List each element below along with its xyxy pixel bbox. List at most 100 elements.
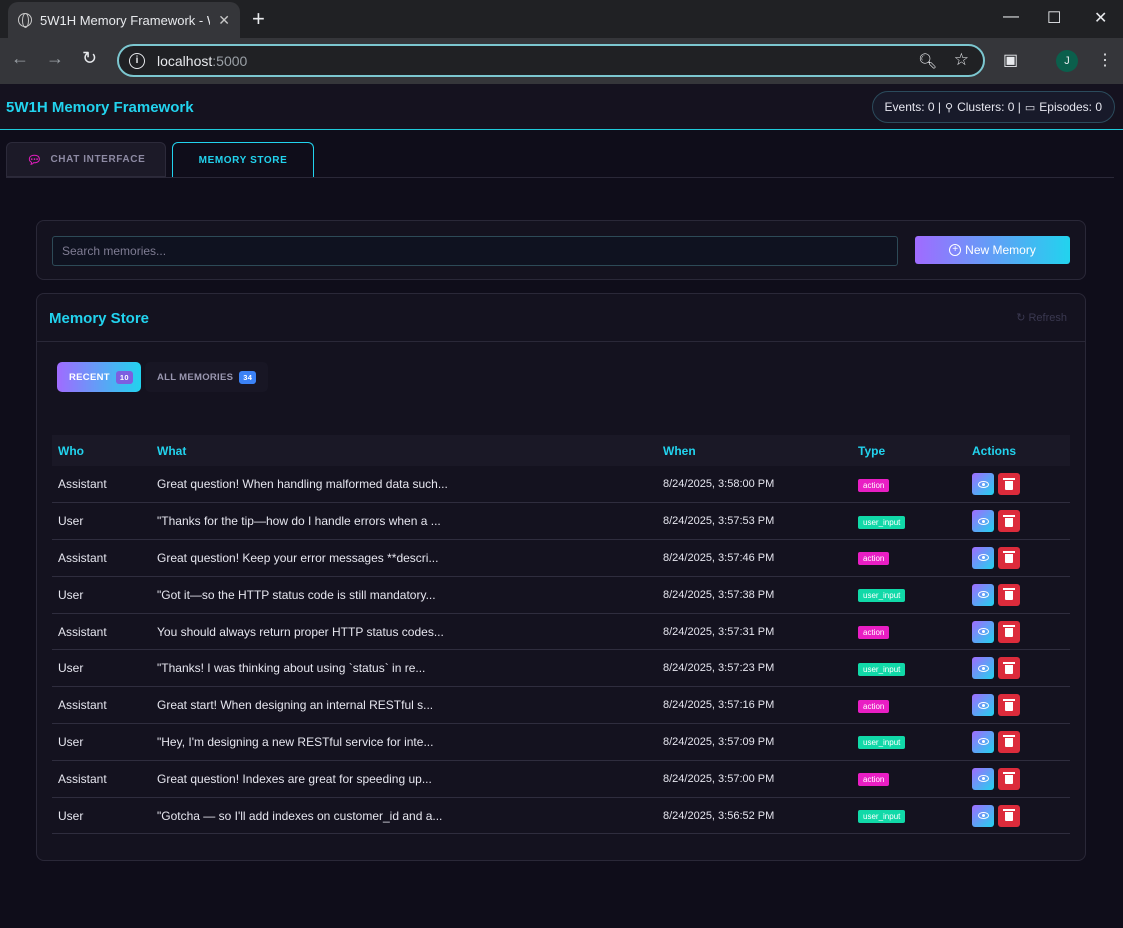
cell-type: user_input bbox=[852, 503, 966, 540]
delete-button[interactable] bbox=[998, 767, 1021, 790]
cell-when: 8/24/2025, 3:57:46 PM bbox=[663, 551, 775, 564]
column-header[interactable]: What bbox=[151, 435, 657, 466]
browser-tab-title: 5W1H Memory Framework - W bbox=[40, 12, 210, 28]
cell-actions bbox=[966, 613, 1070, 650]
delete-button[interactable] bbox=[998, 730, 1021, 753]
column-header[interactable]: Type bbox=[852, 435, 966, 466]
type-badge: action bbox=[858, 478, 890, 492]
type-badge: action bbox=[858, 699, 890, 713]
cell-when: 8/24/2025, 3:56:52 PM bbox=[663, 809, 775, 822]
cell-type: user_input bbox=[852, 650, 966, 687]
tab-chat-interface[interactable]: 💬︎ CHAT INTERFACE bbox=[6, 142, 166, 177]
cell-who: User bbox=[58, 514, 84, 529]
subtab-all-memories[interactable]: ALL MEMORIES 34 bbox=[145, 362, 269, 392]
trash-icon bbox=[1003, 809, 1016, 822]
table-header-row: Who What When Type Actions bbox=[52, 435, 1070, 466]
events-count: Events: 0 | bbox=[884, 100, 941, 114]
view-button[interactable] bbox=[972, 473, 994, 496]
subtab-recent[interactable]: RECENT 10 bbox=[57, 362, 141, 392]
view-button[interactable] bbox=[972, 546, 994, 569]
type-badge: action bbox=[858, 626, 890, 640]
forward-icon[interactable]: → bbox=[46, 48, 64, 69]
delete-button[interactable] bbox=[998, 657, 1021, 680]
cell-actions bbox=[966, 503, 1070, 540]
close-window-icon[interactable]: ✕ bbox=[1094, 8, 1107, 28]
view-button[interactable] bbox=[972, 694, 994, 717]
delete-button[interactable] bbox=[998, 510, 1021, 533]
column-header[interactable]: Who bbox=[52, 435, 151, 466]
cell-when: 8/24/2025, 3:57:16 PM bbox=[663, 699, 775, 712]
table-row[interactable]: Assistant Great question! Indexes are gre… bbox=[52, 760, 1070, 798]
type-badge: action bbox=[858, 552, 890, 566]
cast-icon[interactable]: ▣ bbox=[1003, 50, 1018, 70]
stats-pill: Events: 0 | ⚲ Clusters: 0 | ▭ Episodes: … bbox=[871, 91, 1115, 123]
view-button[interactable] bbox=[972, 510, 994, 533]
eye-icon bbox=[977, 664, 989, 672]
new-memory-button[interactable]: + New Memory bbox=[915, 236, 1070, 264]
column-header[interactable]: When bbox=[657, 435, 852, 466]
cell-who: User bbox=[58, 734, 84, 749]
globe-icon bbox=[18, 13, 32, 28]
table-row[interactable]: User "Hey, I'm designing a new RESTful se… bbox=[52, 724, 1070, 761]
table-row[interactable]: Assistant Great question! When handling m… bbox=[52, 466, 1070, 503]
delete-button[interactable] bbox=[998, 546, 1021, 569]
view-button[interactable] bbox=[972, 730, 994, 753]
view-button[interactable] bbox=[972, 620, 994, 643]
eye-icon bbox=[977, 480, 989, 488]
eye-icon bbox=[977, 812, 989, 820]
url-text[interactable]: localhost:5000 bbox=[157, 53, 247, 69]
table-row[interactable]: Assistant You should always return proper… bbox=[52, 613, 1070, 650]
address-bar[interactable]: i localhost:5000 🔍︎ ☆ bbox=[117, 44, 985, 77]
type-badge: user_input bbox=[858, 662, 906, 676]
delete-button[interactable] bbox=[998, 804, 1021, 827]
cell-actions bbox=[966, 650, 1070, 687]
tab-memory-store[interactable]: MEMORY STORE bbox=[172, 142, 314, 177]
cell-who: User bbox=[58, 661, 84, 676]
site-info-icon[interactable]: i bbox=[129, 52, 145, 69]
type-badge: user_input bbox=[858, 736, 906, 750]
browser-tab[interactable]: 5W1H Memory Framework - W ✕ bbox=[8, 2, 240, 38]
search-input[interactable] bbox=[52, 236, 898, 266]
reload-icon[interactable]: ↻ bbox=[82, 48, 97, 69]
zoom-icon[interactable]: 🔍︎ bbox=[918, 52, 937, 70]
maximize-icon[interactable]: ☐ bbox=[1047, 8, 1061, 28]
menu-dots-icon[interactable]: ⋮ bbox=[1097, 50, 1113, 70]
table-row[interactable]: Assistant Great start! When designing an … bbox=[52, 687, 1070, 724]
bookmark-star-icon[interactable]: ☆ bbox=[954, 50, 969, 70]
close-tab-icon[interactable]: ✕ bbox=[218, 12, 230, 29]
cell-actions bbox=[966, 687, 1070, 724]
delete-button[interactable] bbox=[998, 620, 1021, 643]
profile-avatar[interactable]: J bbox=[1056, 50, 1078, 72]
cell-what: Great start! When designing an internal … bbox=[157, 698, 434, 713]
refresh-button[interactable]: ↻ Refresh bbox=[1016, 311, 1067, 324]
table-row[interactable]: User "Gotcha — so I'll add indexes on cus… bbox=[52, 797, 1070, 834]
view-button[interactable] bbox=[972, 767, 994, 790]
cell-type: action bbox=[852, 613, 966, 650]
trash-icon bbox=[1003, 772, 1016, 785]
view-button[interactable] bbox=[972, 804, 994, 827]
cell-actions bbox=[966, 576, 1070, 613]
cell-type: user_input bbox=[852, 724, 966, 761]
memory-table: Who What When Type Actions Assistant Grea… bbox=[52, 435, 1070, 834]
view-button[interactable] bbox=[972, 657, 994, 680]
eye-icon bbox=[977, 738, 989, 746]
cell-actions bbox=[966, 760, 1070, 797]
table-row[interactable]: User "Thanks! I was thinking about using … bbox=[52, 650, 1070, 687]
cell-type: action bbox=[852, 540, 966, 577]
table-row[interactable]: User "Thanks for the tip—how do I handle … bbox=[52, 503, 1070, 540]
cell-what: "Hey, I'm designing a new RESTful servic… bbox=[157, 734, 434, 749]
cell-when: 8/24/2025, 3:57:00 PM bbox=[663, 772, 775, 785]
back-icon[interactable]: ← bbox=[11, 48, 29, 69]
column-header: Actions bbox=[972, 443, 1017, 458]
table-row[interactable]: User "Got it—so the HTTP status code is s… bbox=[52, 576, 1070, 614]
cell-actions bbox=[966, 797, 1070, 834]
table-row[interactable]: Assistant Great question! Keep your error… bbox=[52, 540, 1070, 577]
view-button[interactable] bbox=[972, 583, 994, 606]
delete-button[interactable] bbox=[998, 583, 1021, 606]
clusters-icon: ⚲ bbox=[945, 101, 954, 114]
new-tab-icon[interactable]: + bbox=[252, 6, 265, 32]
delete-button[interactable] bbox=[998, 694, 1021, 717]
minimize-icon[interactable]: — bbox=[1003, 8, 1019, 26]
delete-button[interactable] bbox=[998, 473, 1021, 496]
cell-what: You should always return proper HTTP sta… bbox=[157, 624, 444, 639]
